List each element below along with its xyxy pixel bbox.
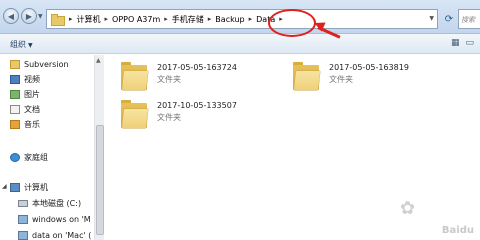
- scrollbar-thumb[interactable]: [96, 125, 104, 235]
- paw-logo-icon: ✿: [400, 198, 416, 219]
- chevron-right-icon[interactable]: ▸: [164, 15, 168, 23]
- computer-icon: [10, 182, 20, 192]
- command-bar: 组织 ▼ ▦ ▭: [0, 34, 480, 54]
- folder-item[interactable]: 2017-10-05-133507 文件夹: [121, 100, 237, 128]
- nav-item-data-on-mac[interactable]: data on 'Mac' (: [18, 229, 91, 240]
- breadcrumb-computer[interactable]: 计算机: [77, 14, 101, 25]
- organize-button[interactable]: 组织 ▼: [10, 39, 33, 50]
- nav-item-windows-on-mac[interactable]: windows on 'M: [18, 213, 91, 225]
- chevron-right-icon[interactable]: ▸: [69, 15, 73, 23]
- folder-icon: [10, 59, 20, 69]
- chevron-right-icon[interactable]: ▸: [105, 15, 109, 23]
- document-icon: [10, 104, 20, 114]
- folder-type: 文件夹: [157, 113, 181, 122]
- nav-item-computer[interactable]: 计算机: [10, 181, 48, 193]
- network-drive-icon: [18, 214, 28, 224]
- nav-item-documents[interactable]: 文档: [10, 103, 40, 115]
- homegroup-icon: [10, 152, 20, 162]
- folder-type: 文件夹: [157, 75, 181, 84]
- breadcrumb-storage[interactable]: 手机存储: [172, 14, 204, 25]
- view-controls: ▦ ▭: [451, 38, 474, 48]
- folder-name: 2017-10-05-133507: [157, 101, 237, 110]
- nav-item-label: windows on 'M: [32, 214, 91, 224]
- breadcrumb-backup[interactable]: Backup: [215, 15, 244, 24]
- nav-item-pictures[interactable]: 图片: [10, 88, 40, 100]
- red-highlight-circle: [268, 9, 316, 37]
- folder-type: 文件夹: [329, 75, 353, 84]
- nav-item-label: 本地磁盘 (C:): [32, 198, 82, 208]
- folder-name: 2017-05-05-163724: [157, 63, 237, 72]
- chevron-right-icon[interactable]: ▸: [249, 15, 253, 23]
- nav-item-music[interactable]: 音乐: [10, 118, 40, 130]
- nav-item-label: 图片: [24, 89, 40, 99]
- navigation-bar: ◀ ▶ ▼ ▸ 计算机 ▸ OPPO A37m ▸ 手机存储 ▸ Backup …: [0, 0, 480, 34]
- folder-icon: [293, 62, 320, 90]
- picture-icon: [10, 89, 20, 99]
- nav-item-local-disk[interactable]: 本地磁盘 (C:): [18, 197, 81, 209]
- address-bar[interactable]: ▸ 计算机 ▸ OPPO A37m ▸ 手机存储 ▸ Backup ▸ Data…: [46, 9, 438, 29]
- network-drive-icon: [18, 230, 28, 240]
- arrow-right-icon: ▶: [25, 11, 33, 21]
- nav-item-videos[interactable]: 视频: [10, 73, 40, 85]
- folder-icon: [121, 100, 148, 128]
- back-button[interactable]: ◀: [3, 8, 19, 24]
- breadcrumb-device[interactable]: OPPO A37m: [112, 15, 160, 24]
- nav-item-label: 视频: [24, 74, 40, 84]
- music-icon: [10, 119, 20, 129]
- folder-icon: [121, 62, 148, 90]
- chevron-right-icon[interactable]: ▸: [208, 15, 212, 23]
- explorer-window: ◀ ▶ ▼ ▸ 计算机 ▸ OPPO A37m ▸ 手机存储 ▸ Backup …: [0, 0, 480, 240]
- address-dropdown-icon[interactable]: ▼: [429, 15, 434, 22]
- preview-pane-icon[interactable]: ▭: [465, 38, 474, 48]
- nav-item-subversion[interactable]: Subversion: [10, 58, 69, 70]
- watermark: ✿ Baidu: [396, 196, 480, 240]
- view-options-icon[interactable]: ▦: [451, 38, 460, 48]
- organize-label: 组织: [10, 40, 26, 49]
- nav-item-label: 家庭组: [24, 152, 48, 162]
- recent-pages-chevron-icon[interactable]: ▼: [38, 13, 43, 20]
- search-input[interactable]: 搜索: [458, 9, 480, 29]
- video-icon: [10, 74, 20, 84]
- nav-scrollbar[interactable]: ▲: [94, 55, 104, 240]
- chevron-down-icon: ▼: [28, 42, 33, 49]
- refresh-icon[interactable]: ⟳: [440, 9, 458, 29]
- folder-name: 2017-05-05-163819: [329, 63, 409, 72]
- folder-item[interactable]: 2017-05-05-163724 文件夹: [121, 62, 237, 90]
- nav-item-label: 音乐: [24, 119, 40, 129]
- nav-item-label: data on 'Mac' (: [32, 230, 92, 240]
- nav-item-label: Subversion: [24, 59, 69, 69]
- folder-item[interactable]: 2017-05-05-163819 文件夹: [293, 62, 409, 90]
- forward-button[interactable]: ▶: [21, 8, 37, 24]
- nav-item-homegroup[interactable]: 家庭组: [10, 151, 48, 163]
- watermark-text: Baidu: [441, 225, 474, 236]
- navigation-pane: Subversion 视频 图片 文档 音乐 家庭组 ◢ 计算机 本地磁盘 (C…: [0, 55, 104, 240]
- scroll-up-icon[interactable]: ▲: [96, 57, 101, 64]
- folder-icon: [51, 14, 65, 26]
- disk-icon: [18, 199, 28, 207]
- nav-item-label: 计算机: [24, 182, 48, 192]
- collapse-arrow-icon[interactable]: ◢: [2, 183, 7, 190]
- nav-item-label: 文档: [24, 104, 40, 114]
- arrow-left-icon: ◀: [7, 11, 15, 21]
